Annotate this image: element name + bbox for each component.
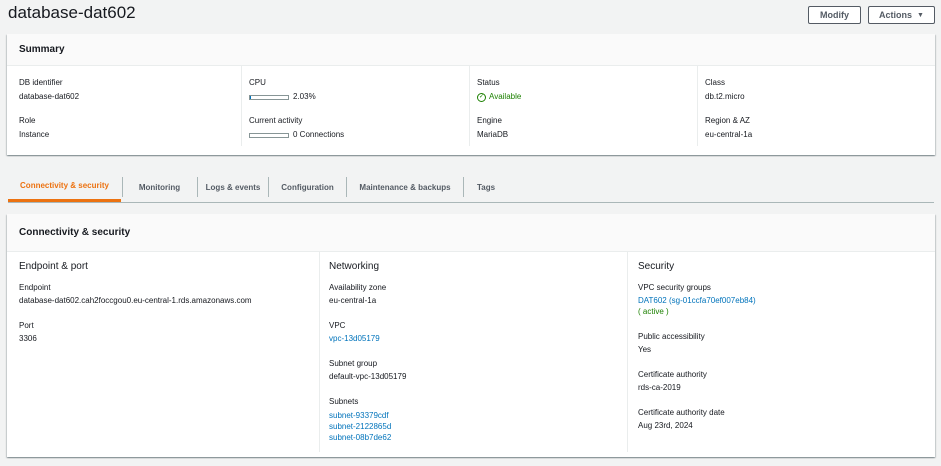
port-label: Port: [19, 321, 34, 330]
summary-col-status: Status ✓ Available Engine MariaDB: [469, 66, 699, 146]
page-title: database-dat602: [8, 3, 136, 22]
networking-heading: Networking: [329, 261, 380, 272]
tab-connectivity-security[interactable]: Connectivity & security: [8, 172, 121, 202]
connectivity-panel: Connectivity & security Endpoint & port …: [7, 214, 935, 457]
port-value: 3306: [19, 334, 37, 343]
endpoint-port-section: Endpoint & port Endpoint database-dat602…: [19, 252, 319, 452]
vpc-link[interactable]: vpc-13d05179: [329, 334, 380, 343]
modify-button-label: Modify: [820, 10, 849, 20]
summary-col-cpu: CPU 2.03% Current activity 0 Connections: [241, 66, 471, 146]
current-activity-label: Current activity: [249, 116, 303, 125]
endpoint-port-heading: Endpoint & port: [19, 261, 88, 272]
security-section: Security VPC security groups DAT602 (sg-…: [627, 252, 927, 452]
detail-tabs: Connectivity & security Monitoring Logs …: [8, 172, 934, 203]
actions-button[interactable]: Actions ▼: [868, 6, 935, 24]
role-label: Role: [19, 116, 36, 125]
status-value-row: ✓ Available: [477, 92, 699, 102]
current-activity-value: 0 Connections: [293, 130, 345, 139]
current-activity-row: 0 Connections: [249, 130, 471, 140]
security-group-status: ( active ): [638, 307, 669, 316]
vpc-security-groups-label: VPC security groups: [638, 283, 711, 292]
tab-tags[interactable]: Tags: [464, 172, 508, 202]
availability-zone-label: Availability zone: [329, 283, 387, 292]
certificate-authority-date-label: Certificate authority date: [638, 408, 725, 417]
region-value: eu-central-1a: [705, 130, 753, 139]
modify-button[interactable]: Modify: [808, 6, 861, 24]
subnet-link[interactable]: subnet-08b7de62: [329, 432, 627, 443]
subnet-link[interactable]: subnet-93379cdf: [329, 410, 627, 421]
status-value: Available: [489, 92, 522, 101]
db-identifier-value: database-dat602: [19, 92, 80, 101]
security-group-link[interactable]: DAT602 (sg-01ccfa70ef007eb84): [638, 296, 756, 305]
class-value: db.t2.micro: [705, 92, 745, 101]
check-circle-icon: ✓: [477, 92, 486, 102]
availability-zone-value: eu-central-1a: [329, 296, 377, 305]
db-identifier-label: DB identifier: [19, 78, 63, 87]
cpu-progress-fill: [250, 95, 251, 99]
summary-col-identifier: DB identifier database-dat602 Role Insta…: [19, 66, 239, 146]
cpu-value-row: 2.03%: [249, 92, 471, 102]
certificate-authority-label: Certificate authority: [638, 370, 707, 379]
class-label: Class: [705, 78, 726, 87]
activity-progress-bar: [249, 132, 289, 138]
public-accessibility-value: Yes: [638, 345, 652, 354]
endpoint-label: Endpoint: [19, 283, 51, 292]
cpu-value: 2.03%: [293, 92, 316, 101]
cpu-label: CPU: [249, 78, 266, 87]
tab-configuration[interactable]: Configuration: [269, 172, 346, 202]
security-heading: Security: [638, 261, 675, 272]
status-label: Status: [477, 78, 500, 87]
role-value: Instance: [19, 130, 50, 139]
summary-title: Summary: [7, 34, 935, 66]
region-label: Region & AZ: [705, 116, 750, 125]
actions-button-label: Actions: [879, 10, 913, 20]
subnet-link[interactable]: subnet-2122865d: [329, 421, 627, 432]
tab-logs-events[interactable]: Logs & events: [198, 172, 268, 202]
tab-monitoring[interactable]: Monitoring: [123, 172, 196, 202]
certificate-authority-date-value: Aug 23rd, 2024: [638, 421, 693, 430]
subnet-group-value: default-vpc-13d05179: [329, 372, 407, 381]
networking-section: Networking Availability zone eu-central-…: [319, 252, 627, 452]
engine-value: MariaDB: [477, 130, 509, 139]
engine-label: Engine: [477, 116, 502, 125]
connectivity-title: Connectivity & security: [7, 214, 935, 252]
endpoint-value: database-dat602.cah2foccgou0.eu-central-…: [19, 296, 252, 305]
cpu-progress-bar: [249, 94, 289, 100]
certificate-authority-value: rds-ca-2019: [638, 383, 681, 392]
vpc-label: VPC: [329, 321, 346, 330]
summary-panel: Summary DB identifier database-dat602 Ro…: [7, 34, 935, 155]
caret-down-icon: ▼: [917, 11, 924, 19]
summary-col-class: Class db.t2.micro Region & AZ eu-central…: [697, 66, 927, 146]
public-accessibility-label: Public accessibility: [638, 332, 705, 341]
subnets-label: Subnets: [329, 397, 359, 406]
subnet-group-label: Subnet group: [329, 359, 378, 368]
tab-maintenance-backups[interactable]: Maintenance & backups: [347, 172, 463, 202]
subnets-list: subnet-93379cdf subnet-2122865d subnet-0…: [329, 410, 627, 443]
